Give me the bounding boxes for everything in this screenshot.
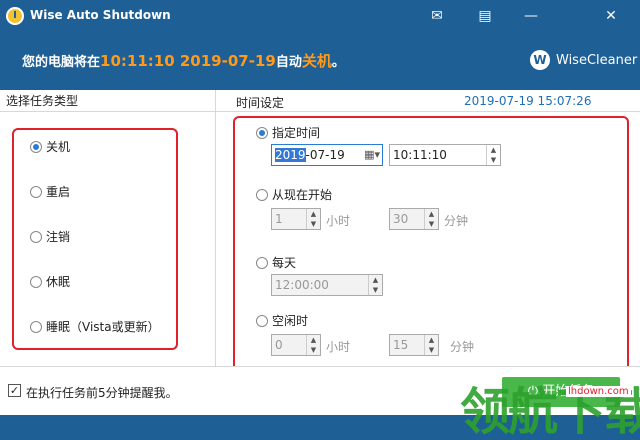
radio-hibernate[interactable]: [30, 275, 42, 288]
reminder-label: 在执行任务前5分钟提醒我。: [26, 386, 178, 400]
scheduled-action: 关机: [301, 52, 332, 70]
radio-specified-time[interactable]: [256, 126, 268, 139]
wisecleaner-brand[interactable]: W WiseCleaner: [530, 50, 637, 70]
title-bar: Wise Auto Shutdown ✉ ▤ — ✕: [0, 0, 640, 34]
option-restart[interactable]: 重启: [30, 183, 70, 200]
window-title: Wise Auto Shutdown: [30, 8, 171, 22]
radio-shutdown[interactable]: [30, 140, 42, 153]
task-type-header: 选择任务类型: [0, 90, 215, 112]
shutdown-message: 您的电脑将在10:11:10 2019-07-19自动关机。: [22, 50, 345, 71]
radio-logoff[interactable]: [30, 230, 42, 243]
idle-minutes-input[interactable]: 15 ▲ ▼: [389, 334, 439, 356]
status-banner: 您的电脑将在10:11:10 2019-07-19自动关机。 W WiseClea…: [0, 34, 640, 90]
from-now-minutes-input[interactable]: 30 ▲ ▼: [389, 208, 439, 230]
idle-hours-input[interactable]: 0 ▲ ▼: [271, 334, 321, 356]
option-sleep[interactable]: 睡眠（Vista或更新）: [30, 318, 160, 335]
option-logoff[interactable]: 注销: [30, 228, 70, 245]
from-now-hours-input[interactable]: 1 ▲ ▼: [271, 208, 321, 230]
radio-idle[interactable]: [256, 314, 268, 327]
message-suffix: 。: [331, 55, 345, 70]
specified-time-input[interactable]: 10:11:10 ▲ ▼: [389, 144, 501, 166]
message-mid: 自动: [275, 55, 302, 70]
option-shutdown[interactable]: 关机: [30, 138, 70, 155]
date-year: 2019: [275, 148, 306, 162]
option-daily[interactable]: 每天: [256, 254, 296, 271]
message-prefix: 您的电脑将在: [22, 55, 101, 70]
scheduled-time: 10:11:10 2019-07-19: [100, 52, 276, 70]
minutes-unit: 分钟: [444, 214, 469, 228]
minimize-icon[interactable]: —: [518, 6, 544, 26]
watermark-url: lhdown.com: [566, 386, 631, 397]
time-settings-header: 时间设定 2019-07-19 15:07:26: [216, 90, 640, 112]
idle-hours-unit: 小时: [326, 340, 351, 354]
app-clock-icon: [6, 7, 24, 25]
hours-unit: 小时: [326, 214, 351, 228]
main-content: 选择任务类型 时间设定 2019-07-19 15:07:26 关机 重启 注销…: [0, 90, 640, 415]
time-spin-arrows-icon[interactable]: ▲ ▼: [486, 145, 500, 165]
radio-from-now[interactable]: [256, 188, 268, 201]
radio-sleep[interactable]: [30, 320, 42, 333]
idle-hours-spin-arrows-icon[interactable]: ▲ ▼: [306, 335, 320, 355]
radio-daily[interactable]: [256, 256, 268, 269]
minutes-spin-arrows-icon[interactable]: ▲ ▼: [424, 209, 438, 229]
daily-time-input[interactable]: 12:00:00 ▲ ▼: [271, 274, 383, 296]
idle-minutes-spin-arrows-icon[interactable]: ▲ ▼: [424, 335, 438, 355]
date-rest: -07-19: [305, 148, 345, 162]
calendar-dropdown-icon[interactable]: ▦▾: [364, 148, 380, 161]
mail-icon[interactable]: ✉: [424, 6, 450, 26]
message-icon[interactable]: ▤: [472, 6, 498, 26]
close-icon[interactable]: ✕: [598, 6, 624, 26]
option-idle[interactable]: 空闲时: [256, 312, 308, 329]
reminder-checkbox[interactable]: ✓: [8, 384, 21, 397]
radio-restart[interactable]: [30, 185, 42, 198]
idle-minutes-unit: 分钟: [450, 340, 475, 354]
brand-name: WiseCleaner: [556, 52, 638, 68]
time-settings-label: 时间设定: [236, 96, 285, 110]
option-hibernate[interactable]: 休眠: [30, 273, 70, 290]
current-datetime: 2019-07-19 15:07:26: [464, 94, 592, 108]
option-from-now[interactable]: 从现在开始: [256, 186, 332, 203]
wisecleaner-logo-icon: W: [530, 50, 550, 70]
option-specified-time[interactable]: 指定时间: [256, 124, 320, 141]
watermark-text: 领航下载: [460, 383, 640, 440]
hours-spin-arrows-icon[interactable]: ▲ ▼: [306, 209, 320, 229]
daily-spin-arrows-icon[interactable]: ▲ ▼: [368, 275, 382, 295]
date-picker[interactable]: 2019-07-19 ▦▾: [271, 144, 383, 166]
